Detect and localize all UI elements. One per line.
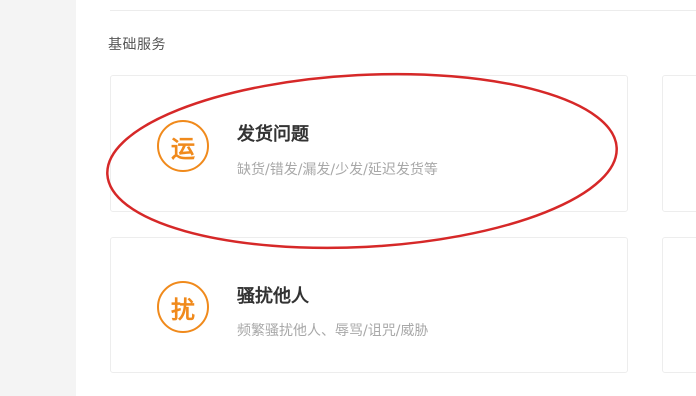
service-card-shipping[interactable]: 运 发货问题 缺货/错发/漏发/少发/延迟发货等: [110, 75, 628, 212]
section-title: 基础服务: [108, 37, 166, 53]
service-card-description: 缺货/错发/漏发/少发/延迟发货等: [237, 162, 438, 178]
rao-circle-icon: 扰: [157, 281, 209, 333]
top-divider: [110, 10, 696, 11]
service-card-title: 骚扰他人: [237, 286, 309, 307]
service-card-partial[interactable]: [662, 237, 696, 373]
yun-circle-icon: 运: [157, 120, 209, 172]
service-card-partial[interactable]: [662, 75, 696, 212]
service-card-description: 频繁骚扰他人、辱骂/诅咒/威胁: [237, 323, 429, 339]
service-card-harassment[interactable]: 扰 骚扰他人 频繁骚扰他人、辱骂/诅咒/威胁: [110, 237, 628, 373]
service-card-title: 发货问题: [237, 124, 309, 145]
